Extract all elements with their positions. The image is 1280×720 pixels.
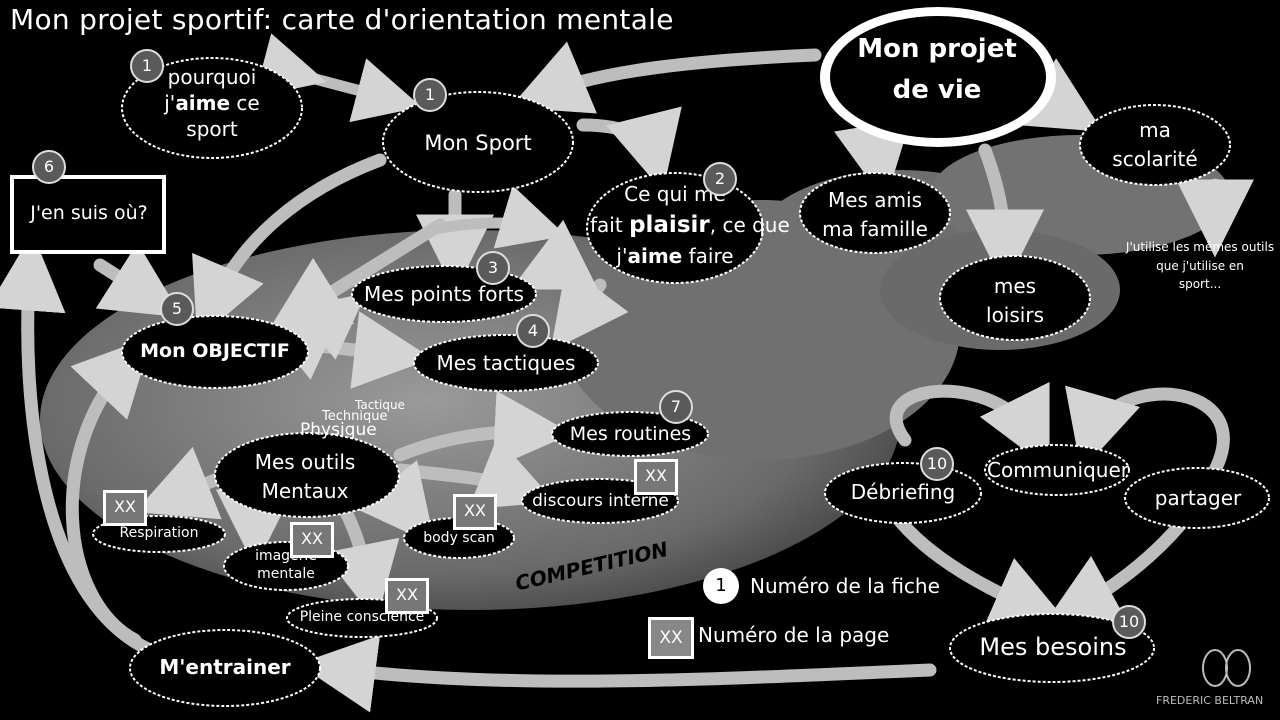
node-entrainer: M'entrainer (159, 655, 291, 679)
center-line-1: Mon projet (857, 34, 1017, 64)
badge-mon-sport: 1 (413, 78, 447, 112)
amis-line-1: Mes amis (827, 188, 923, 212)
legend-number-symbol: 1 (703, 568, 739, 604)
page-title: Mon projet sportif: carte d'orientation … (10, 3, 674, 36)
node-debriefing: Débriefing (850, 480, 956, 504)
signature-text: FREDERIC BELTRAN (1156, 694, 1264, 707)
center-line-2: de vie (892, 74, 982, 105)
badge-routines: 7 (659, 390, 693, 424)
scolarite-line-2: scolarité (1112, 147, 1198, 171)
scolarite-note: J'utilise les mêmes outils que j'utilise… (1120, 238, 1280, 294)
pourquoi-line-3: sport (186, 117, 238, 141)
badge-ou-en-suis: 6 (32, 150, 66, 184)
node-tactiques: Mes tactiques (436, 351, 576, 375)
node-mon-sport: Mon Sport (424, 131, 532, 155)
badge-objectif: 5 (160, 292, 194, 326)
page-mark-respiration: XX (103, 490, 147, 526)
loisirs-line-2: loisirs (986, 303, 1044, 327)
node-routines: Mes routines (569, 423, 692, 445)
node-loisirs: mes loisirs (945, 272, 1085, 330)
scolarite-line-1: ma (1139, 118, 1171, 142)
page-mark-discours: XX (634, 459, 678, 495)
badge-pourquoi: 1 (130, 49, 164, 83)
outils-line-2: Mentaux (261, 479, 349, 503)
label-physique: Physique (300, 420, 377, 440)
node-outils: Mes outils Mentaux (230, 448, 380, 506)
node-amis: Mes amis ma famille (800, 186, 950, 244)
badge-besoins: 10 (1112, 605, 1146, 639)
node-body-scan: body scan (423, 530, 495, 546)
outils-line-1: Mes outils (254, 450, 356, 474)
mind-map-canvas: Mon projet sportif: carte d'orientation … (0, 0, 1280, 720)
pourquoi-line-2: j'aime ce (164, 91, 260, 115)
badge-debriefing: 10 (920, 447, 954, 481)
plaisir-line-2: fait plaisir, ce que (590, 212, 790, 238)
node-respiration: Respiration (119, 525, 199, 541)
node-points-forts: Mes points forts (364, 282, 524, 306)
loisirs-line-1: mes (993, 274, 1037, 298)
legend-page-label: Numéro de la page (698, 623, 890, 647)
page-mark-pleine: XX (385, 578, 429, 614)
node-communiquer: Communiquer (987, 458, 1129, 482)
note-line-1: J'utilise les mêmes outils (1125, 240, 1275, 254)
page-mark-body-scan: XX (453, 494, 497, 530)
plaisir-line-3: j'aime faire (616, 244, 734, 269)
badge-plaisir: 2 (703, 162, 737, 196)
center-node: Mon projet de vie (852, 33, 1022, 106)
note-line-3: sport... (1178, 277, 1222, 292)
page-mark-imagerie: XX (290, 522, 334, 558)
imagerie-line-2: mentale (257, 566, 315, 583)
node-objectif: Mon OBJECTIF (140, 340, 290, 362)
signature-logo (1202, 649, 1251, 687)
node-pourquoi: pourquoi j'aime ce sport (142, 64, 282, 142)
legend-number-label: Numéro de la fiche (750, 574, 940, 598)
badge-tactiques: 4 (516, 314, 550, 348)
node-partager: partager (1154, 486, 1242, 510)
node-ou-en-suis: J'en suis où? (30, 202, 148, 224)
node-scolarite: ma scolarité (1085, 116, 1225, 174)
node-plaisir: Ce qui me fait plaisir, ce que j'aime fa… (590, 180, 790, 271)
badge-points-forts: 3 (476, 251, 510, 285)
note-line-2: que j'utilise en (1156, 258, 1244, 273)
amis-line-2: ma famille (822, 217, 928, 241)
legend-page-symbol: XX (648, 617, 694, 659)
